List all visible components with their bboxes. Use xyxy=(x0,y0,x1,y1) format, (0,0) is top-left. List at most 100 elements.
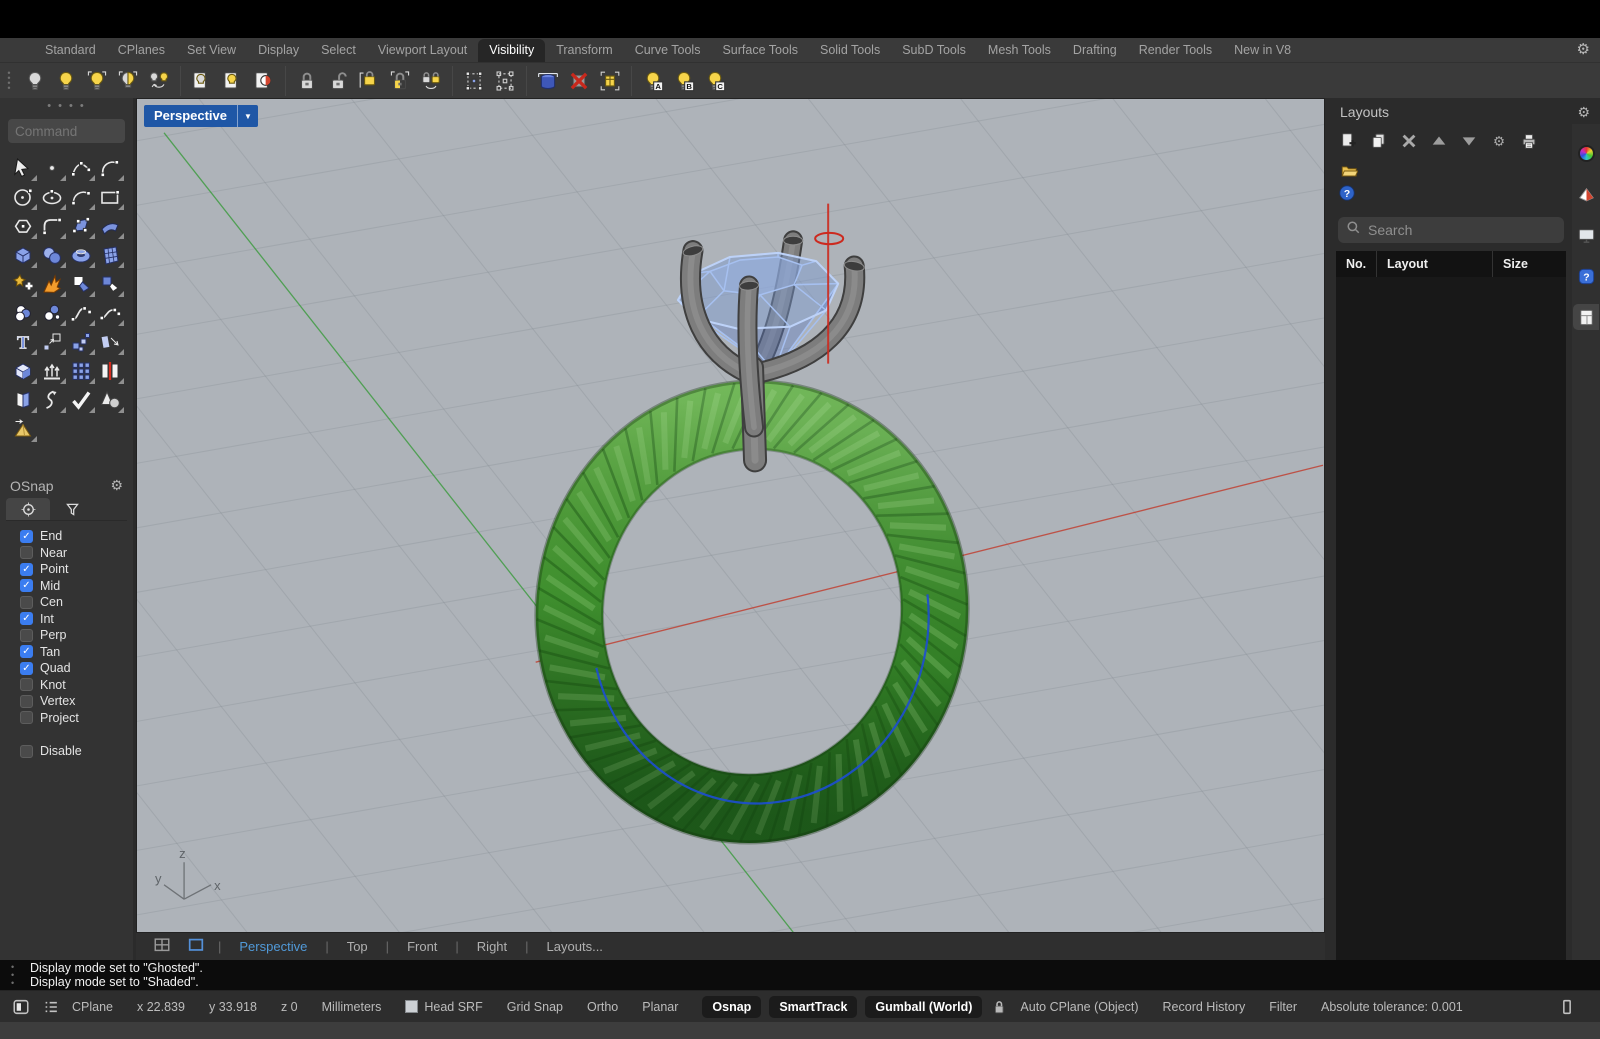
statusbar-toggle-smarttrack[interactable]: SmartTrack xyxy=(769,996,857,1018)
ribbon-tab-curve-tools[interactable]: Curve Tools xyxy=(624,39,712,62)
flyout-triangle-icon[interactable] xyxy=(60,320,66,326)
checkbox-perp[interactable] xyxy=(20,629,33,642)
scene-3d[interactable]: zyx xyxy=(137,99,1324,932)
command-input[interactable] xyxy=(8,119,125,143)
osnap-option-int[interactable]: ✓Int xyxy=(20,612,127,626)
flyout-triangle-icon[interactable] xyxy=(60,291,66,297)
panel-tab-color-wheel[interactable] xyxy=(1573,140,1599,166)
statusbar-command-list[interactable] xyxy=(42,998,60,1016)
tool-circle[interactable] xyxy=(9,182,38,211)
layouts-list[interactable] xyxy=(1336,277,1566,960)
toolbar-button-swap-hidden-objects[interactable] xyxy=(114,67,142,95)
flyout-triangle-icon[interactable] xyxy=(31,262,37,268)
viewport-tab-right[interactable]: Right xyxy=(469,939,515,954)
toolbar-button-light-state-b[interactable]: B xyxy=(670,67,698,95)
osnap-option-perp[interactable]: Perp xyxy=(20,628,127,642)
tool-pyramid[interactable] xyxy=(9,414,38,443)
toolbar-button-isolate-objects[interactable] xyxy=(145,67,173,95)
viewport-tab-layouts[interactable]: Layouts... xyxy=(539,939,611,954)
toolbar-button-layer-visibility-page[interactable] xyxy=(250,67,278,95)
osnap-option-knot[interactable]: Knot xyxy=(20,678,127,692)
toolbar-button-control-points-on[interactable] xyxy=(460,67,488,95)
toolbar-button-remove-clipping-plane[interactable] xyxy=(565,67,593,95)
flyout-triangle-icon[interactable] xyxy=(89,262,95,268)
viewport-tab-front[interactable]: Front xyxy=(399,939,445,954)
tool-ellipse[interactable] xyxy=(38,182,67,211)
osnap-points-tab[interactable] xyxy=(6,498,50,520)
toolbar-button-control-points-off[interactable] xyxy=(491,67,519,95)
checkbox-int[interactable]: ✓ xyxy=(20,612,33,625)
column-no[interactable]: No. xyxy=(1336,251,1376,277)
checkbox-vertex[interactable] xyxy=(20,695,33,708)
tool-solid-box[interactable] xyxy=(9,240,38,269)
layouts-print-button[interactable] xyxy=(1518,130,1540,152)
tool-blend-curve[interactable] xyxy=(96,298,125,327)
ribbon-tab-subd-tools[interactable]: SubD Tools xyxy=(891,39,977,62)
osnap-option-end[interactable]: ✓End xyxy=(20,529,127,543)
viewport-tab-top[interactable]: Top xyxy=(339,939,376,954)
ribbon-tab-drafting[interactable]: Drafting xyxy=(1062,39,1128,62)
ribbon-tab-transform[interactable]: Transform xyxy=(545,39,624,62)
statusbar-panel-toggle[interactable] xyxy=(12,998,30,1016)
flyout-triangle-icon[interactable] xyxy=(31,378,37,384)
osnap-option-point[interactable]: ✓Point xyxy=(20,562,127,576)
flyout-triangle-icon[interactable] xyxy=(118,320,124,326)
tool-surface-bend[interactable] xyxy=(96,211,125,240)
toolbar-button-show-objects[interactable] xyxy=(52,67,80,95)
osnap-option-disable[interactable]: Disable xyxy=(20,744,127,758)
single-pane-icon[interactable] xyxy=(184,936,208,957)
tool-polygon[interactable] xyxy=(9,211,38,240)
flyout-triangle-icon[interactable] xyxy=(60,175,66,181)
tool-fillet-corner[interactable] xyxy=(67,298,96,327)
flyout-triangle-icon[interactable] xyxy=(60,378,66,384)
statusbar-record-history[interactable]: Record History xyxy=(1163,1000,1246,1014)
statusbar-y-33-918[interactable]: y 33.918 xyxy=(209,1000,257,1014)
flyout-triangle-icon[interactable] xyxy=(31,291,37,297)
flyout-triangle-icon[interactable] xyxy=(31,204,37,210)
statusbar-grid-snap[interactable]: Grid Snap xyxy=(507,1000,563,1014)
toolbar-button-clipping-box[interactable] xyxy=(596,67,624,95)
tool-split[interactable] xyxy=(96,356,125,385)
ribbon-tab-new-in-v8[interactable]: New in V8 xyxy=(1223,39,1302,62)
flyout-triangle-icon[interactable] xyxy=(118,349,124,355)
flyout-triangle-icon[interactable] xyxy=(89,175,95,181)
tool-extrude[interactable] xyxy=(38,356,67,385)
osnap-option-vertex[interactable]: Vertex xyxy=(20,694,127,708)
osnap-option-quad[interactable]: ✓Quad xyxy=(20,661,127,675)
statusbar-ortho[interactable]: Ortho xyxy=(587,1000,618,1014)
toolbar-button-isolate-locked[interactable] xyxy=(417,67,445,95)
tool-surface-patch[interactable] xyxy=(67,211,96,240)
toolbar-button-hide-in-detail[interactable] xyxy=(188,67,216,95)
selection-filter-tab[interactable] xyxy=(50,498,94,520)
toolbar-button-unlock-objects[interactable] xyxy=(324,67,352,95)
tool-array-grid[interactable] xyxy=(67,356,96,385)
flyout-triangle-icon[interactable] xyxy=(89,349,95,355)
flyout-triangle-icon[interactable] xyxy=(60,349,66,355)
statusbar-sidebar-toggle[interactable] xyxy=(1558,998,1576,1016)
flyout-triangle-icon[interactable] xyxy=(89,204,95,210)
toolbar-button-show-in-detail[interactable] xyxy=(219,67,247,95)
flyout-triangle-icon[interactable] xyxy=(31,407,37,413)
flyout-triangle-icon[interactable] xyxy=(118,378,124,384)
ribbon-tab-set-view[interactable]: Set View xyxy=(176,39,247,62)
ribbon-tab-mesh-tools[interactable]: Mesh Tools xyxy=(977,39,1062,62)
flyout-triangle-icon[interactable] xyxy=(60,262,66,268)
ribbon-tab-surface-tools[interactable]: Surface Tools xyxy=(711,39,809,62)
toolbar-button-swap-locked-objects[interactable] xyxy=(386,67,414,95)
tool-solid-torus[interactable] xyxy=(67,240,96,269)
flyout-triangle-icon[interactable] xyxy=(60,407,66,413)
checkbox-quad[interactable]: ✓ xyxy=(20,662,33,675)
tool-text-object[interactable]: T xyxy=(9,327,38,356)
flyout-triangle-icon[interactable] xyxy=(60,204,66,210)
checkbox-cen[interactable] xyxy=(20,596,33,609)
tool-check-select[interactable] xyxy=(67,385,96,414)
panel-tab-layouts-panel[interactable] xyxy=(1573,304,1599,330)
tool-rectangle[interactable] xyxy=(96,182,125,211)
checkbox-disable[interactable] xyxy=(20,745,33,758)
osnap-gear-icon[interactable]: ⚙ xyxy=(110,477,123,494)
toolbar-button-light-state-c[interactable]: C xyxy=(701,67,729,95)
flyout-triangle-icon[interactable] xyxy=(60,233,66,239)
statusbar-planar[interactable]: Planar xyxy=(642,1000,678,1014)
flyout-triangle-icon[interactable] xyxy=(89,407,95,413)
flyout-triangle-icon[interactable] xyxy=(118,291,124,297)
